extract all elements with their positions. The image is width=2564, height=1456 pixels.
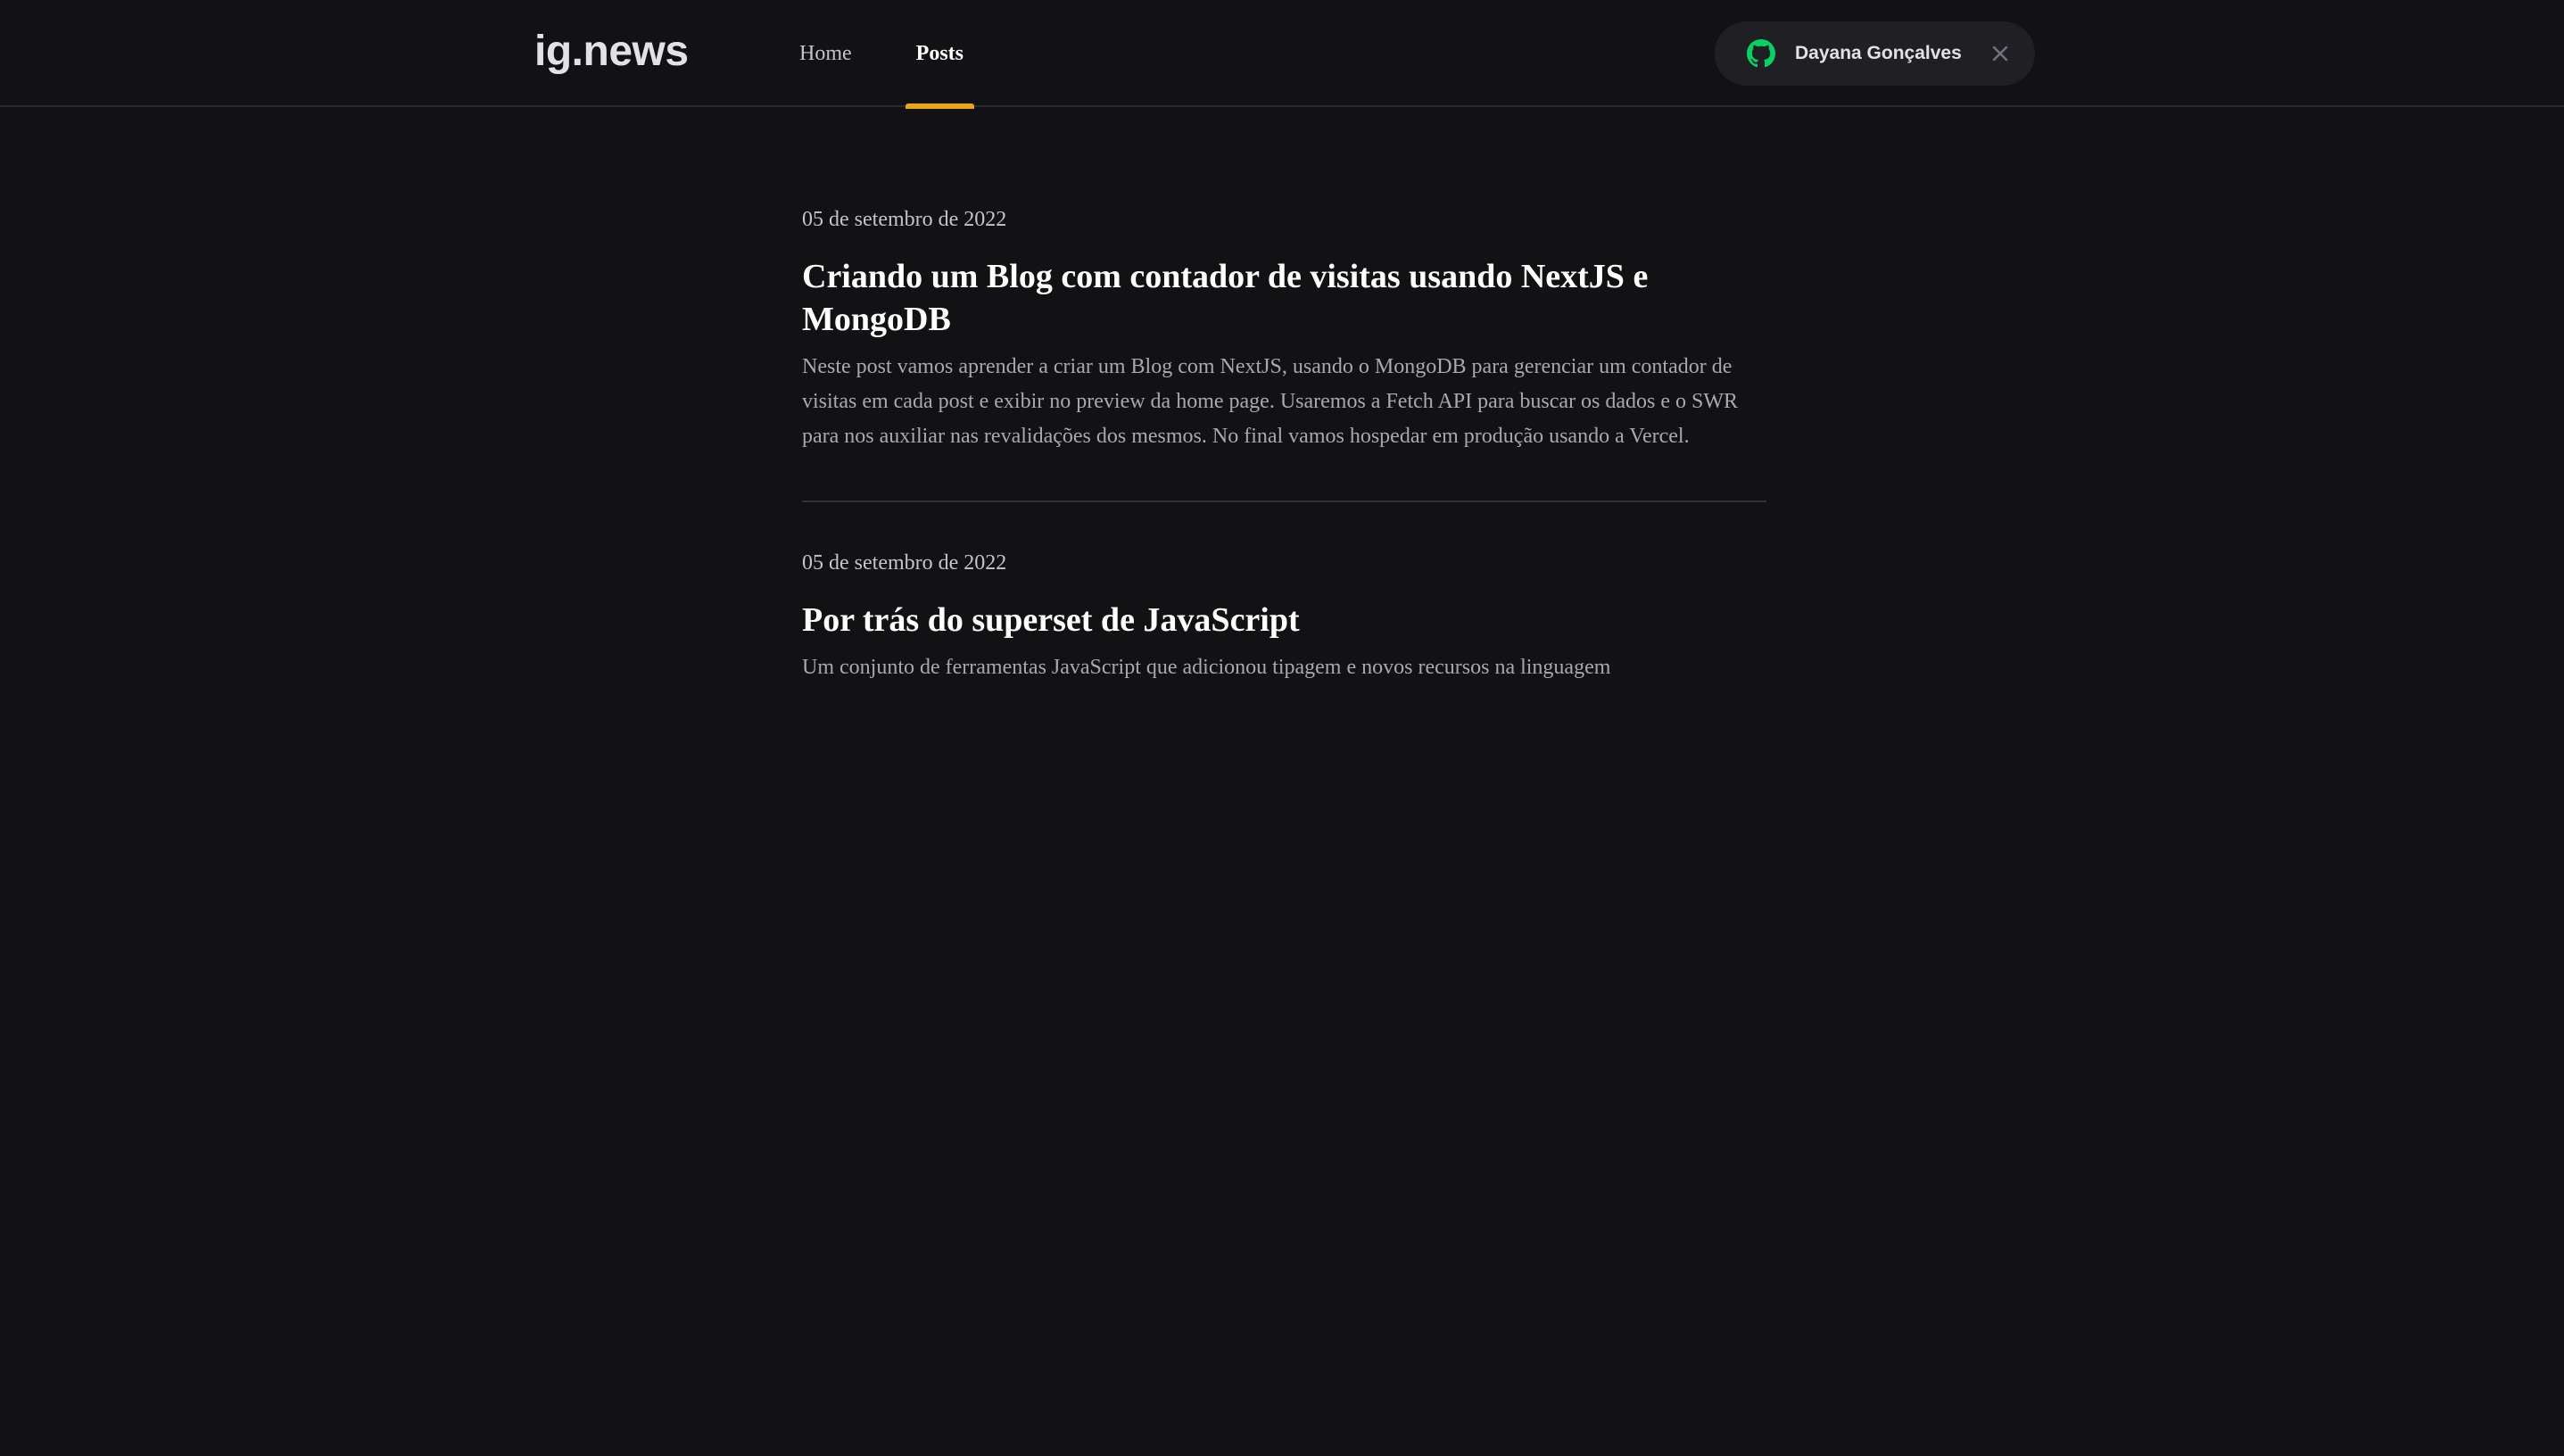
close-icon[interactable] [1987,40,2014,67]
post-item[interactable]: 05 de setembro de 2022 Por trás do super… [802,500,1766,732]
active-nav-indicator [905,103,974,109]
nav-home-link[interactable]: Home [799,0,852,107]
user-name: Dayana Gonçalves [1795,43,1962,63]
post-date: 05 de setembro de 2022 [802,551,1007,575]
post-title[interactable]: Por trás do superset de JavaScript [802,599,1766,641]
post-excerpt: Um conjunto de ferramentas JavaScript qu… [802,656,1611,679]
github-icon [1747,39,1775,68]
nav-posts-label: Posts [915,41,964,65]
post-title[interactable]: Criando um Blog com contador de visitas … [802,255,1766,341]
posts-list: 05 de setembro de 2022 Criando um Blog c… [802,205,1766,732]
main-nav: Home Posts [799,0,974,109]
header-inner: ig.news Home Posts Dayana Gonçalves [534,0,2035,109]
post-excerpt: Neste post vamos aprender a criar um Blo… [802,355,1739,448]
signed-in-user-button[interactable]: Dayana Gonçalves [1715,21,2035,86]
logo[interactable]: ig.news [534,25,689,79]
nav-posts-link[interactable]: Posts [905,0,974,109]
header: ig.news Home Posts Dayana Gonçalves [0,0,2564,109]
post-item[interactable]: 05 de setembro de 2022 Criando um Blog c… [802,205,1766,500]
post-date: 05 de setembro de 2022 [802,208,1007,231]
